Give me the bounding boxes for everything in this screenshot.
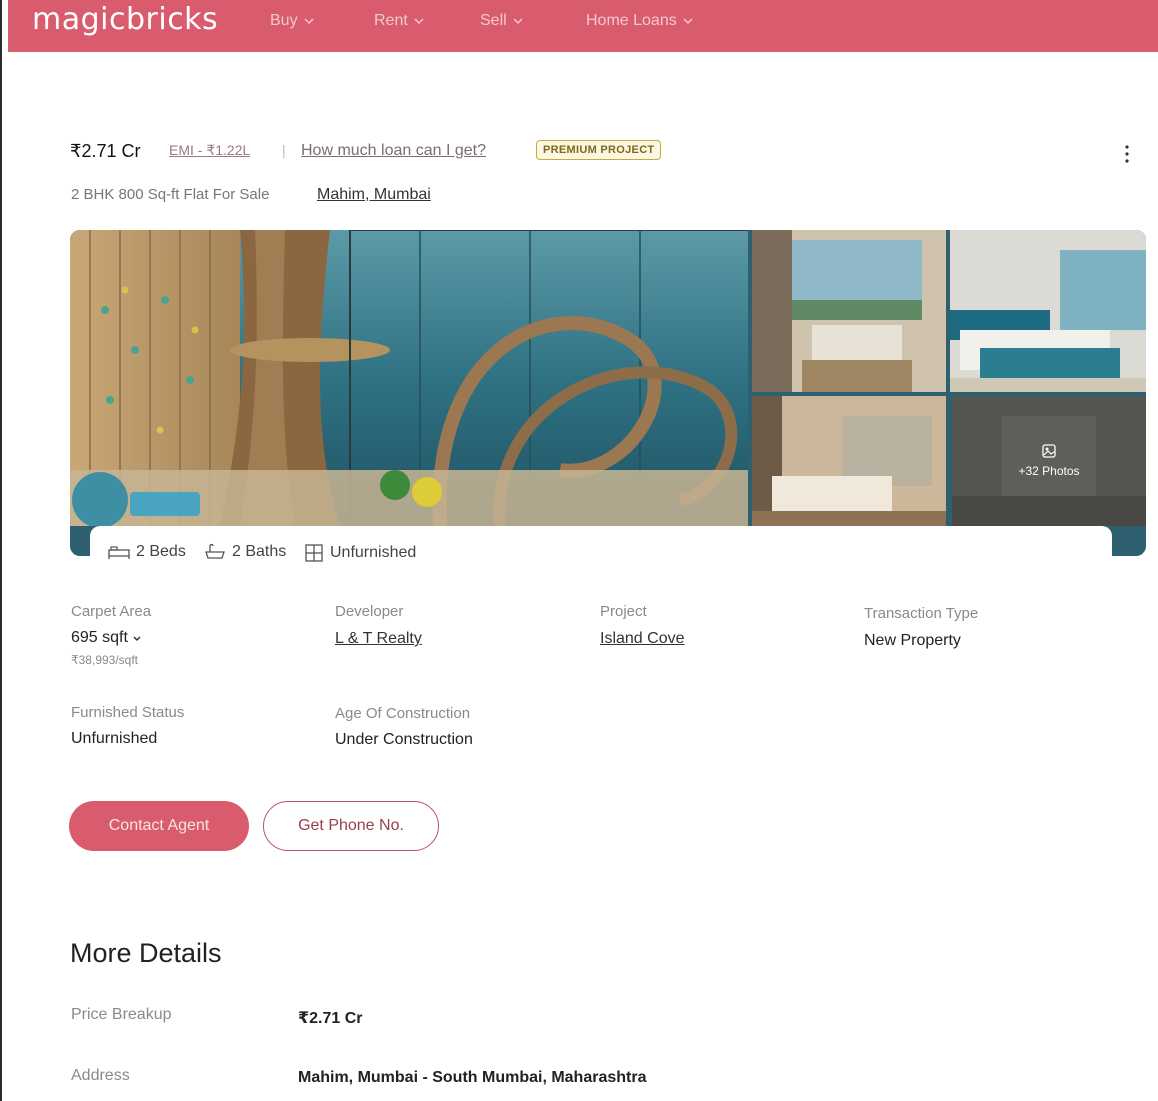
nav-buy-label: Buy	[270, 12, 298, 29]
chevron-down-icon	[414, 18, 424, 25]
carpet-area-label: Carpet Area	[71, 603, 152, 620]
nav-rent[interactable]: Rent	[374, 12, 424, 30]
bed-icon	[108, 546, 130, 559]
address-label: Address	[71, 1067, 130, 1084]
chevron-down-icon	[513, 18, 523, 25]
photo-gallery[interactable]: +32 Photos	[70, 230, 1146, 556]
price-breakup-value: ₹2.71 Cr	[298, 1010, 363, 1027]
nav-home-loans[interactable]: Home Loans	[586, 12, 693, 30]
price-per-sqft: ₹38,993/sqft	[71, 653, 139, 667]
nav-sell-label: Sell	[480, 12, 507, 29]
locality-link[interactable]: Mahim, Mumbai	[317, 186, 431, 204]
price-breakup-label: Price Breakup	[71, 1006, 172, 1023]
project-label: Project	[600, 603, 647, 620]
emi-link[interactable]: EMI - ₹1.22L	[169, 142, 250, 159]
listing-subtitle: 2 BHK 800 Sq-ft Flat For Sale	[71, 186, 270, 203]
age-of-construction-value: Under Construction	[335, 731, 473, 748]
chevron-down-icon	[683, 18, 693, 25]
furnished-status-value: Unfurnished	[71, 730, 158, 747]
price: ₹2.71 Cr	[70, 141, 141, 161]
carpet-area-value[interactable]: 695 sqft	[71, 629, 142, 647]
transaction-type-label: Transaction Type	[864, 605, 979, 622]
nav-rent-label: Rent	[374, 12, 408, 29]
thumbnail-bedroom-2[interactable]	[950, 230, 1146, 392]
age-of-construction-label: Age Of Construction	[335, 705, 471, 722]
main-photo[interactable]	[70, 230, 748, 526]
top-nav-bar: magicbricks Buy Rent Sell Home Loans	[8, 0, 1158, 52]
site-logo[interactable]: magicbricks	[32, 2, 218, 37]
photo-count: +32 Photos	[1018, 464, 1080, 478]
image-icon	[1042, 444, 1056, 458]
address-value: Mahim, Mumbai - South Mumbai, Maharashtr…	[298, 1069, 647, 1086]
feature-strip: 2 Beds 2 Baths Unfurnished	[90, 526, 1112, 578]
transaction-type-value: New Property	[864, 632, 961, 649]
get-phone-button[interactable]: Get Phone No.	[263, 801, 439, 851]
more-photos-overlay[interactable]: +32 Photos	[952, 396, 1146, 526]
carpet-area-text: 695 sqft	[71, 629, 128, 646]
feature-furnishing-label: Unfurnished	[330, 544, 417, 561]
developer-label: Developer	[335, 603, 404, 620]
chevron-down-icon	[304, 18, 314, 25]
nav-buy[interactable]: Buy	[270, 12, 314, 30]
thumbnail-bedroom-3[interactable]	[752, 396, 946, 526]
project-link[interactable]: Island Cove	[600, 630, 685, 648]
separator: |	[282, 142, 286, 158]
feature-furnishing: Unfurnished	[304, 543, 416, 563]
nav-home-loans-label: Home Loans	[586, 12, 677, 29]
bath-icon	[205, 543, 225, 559]
premium-project-badge: PREMIUM PROJECT	[536, 140, 662, 160]
feature-beds: 2 Beds	[108, 543, 186, 561]
feature-baths: 2 Baths	[204, 543, 286, 561]
chevron-down-icon	[133, 636, 141, 641]
feature-beds-label: 2 Beds	[136, 543, 186, 560]
contact-agent-button[interactable]: Contact Agent	[69, 801, 249, 851]
feature-baths-label: 2 Baths	[232, 543, 287, 560]
furnished-status-label: Furnished Status	[71, 704, 185, 721]
kebab-icon[interactable]	[1120, 142, 1134, 166]
loan-eligibility-link[interactable]: How much loan can I get?	[301, 142, 486, 160]
thumbnail-bedroom-1[interactable]	[752, 230, 946, 392]
furnishing-icon	[305, 544, 323, 562]
nav-sell[interactable]: Sell	[480, 12, 523, 30]
more-details-heading: More Details	[70, 938, 222, 968]
developer-link[interactable]: L & T Realty	[335, 630, 422, 648]
